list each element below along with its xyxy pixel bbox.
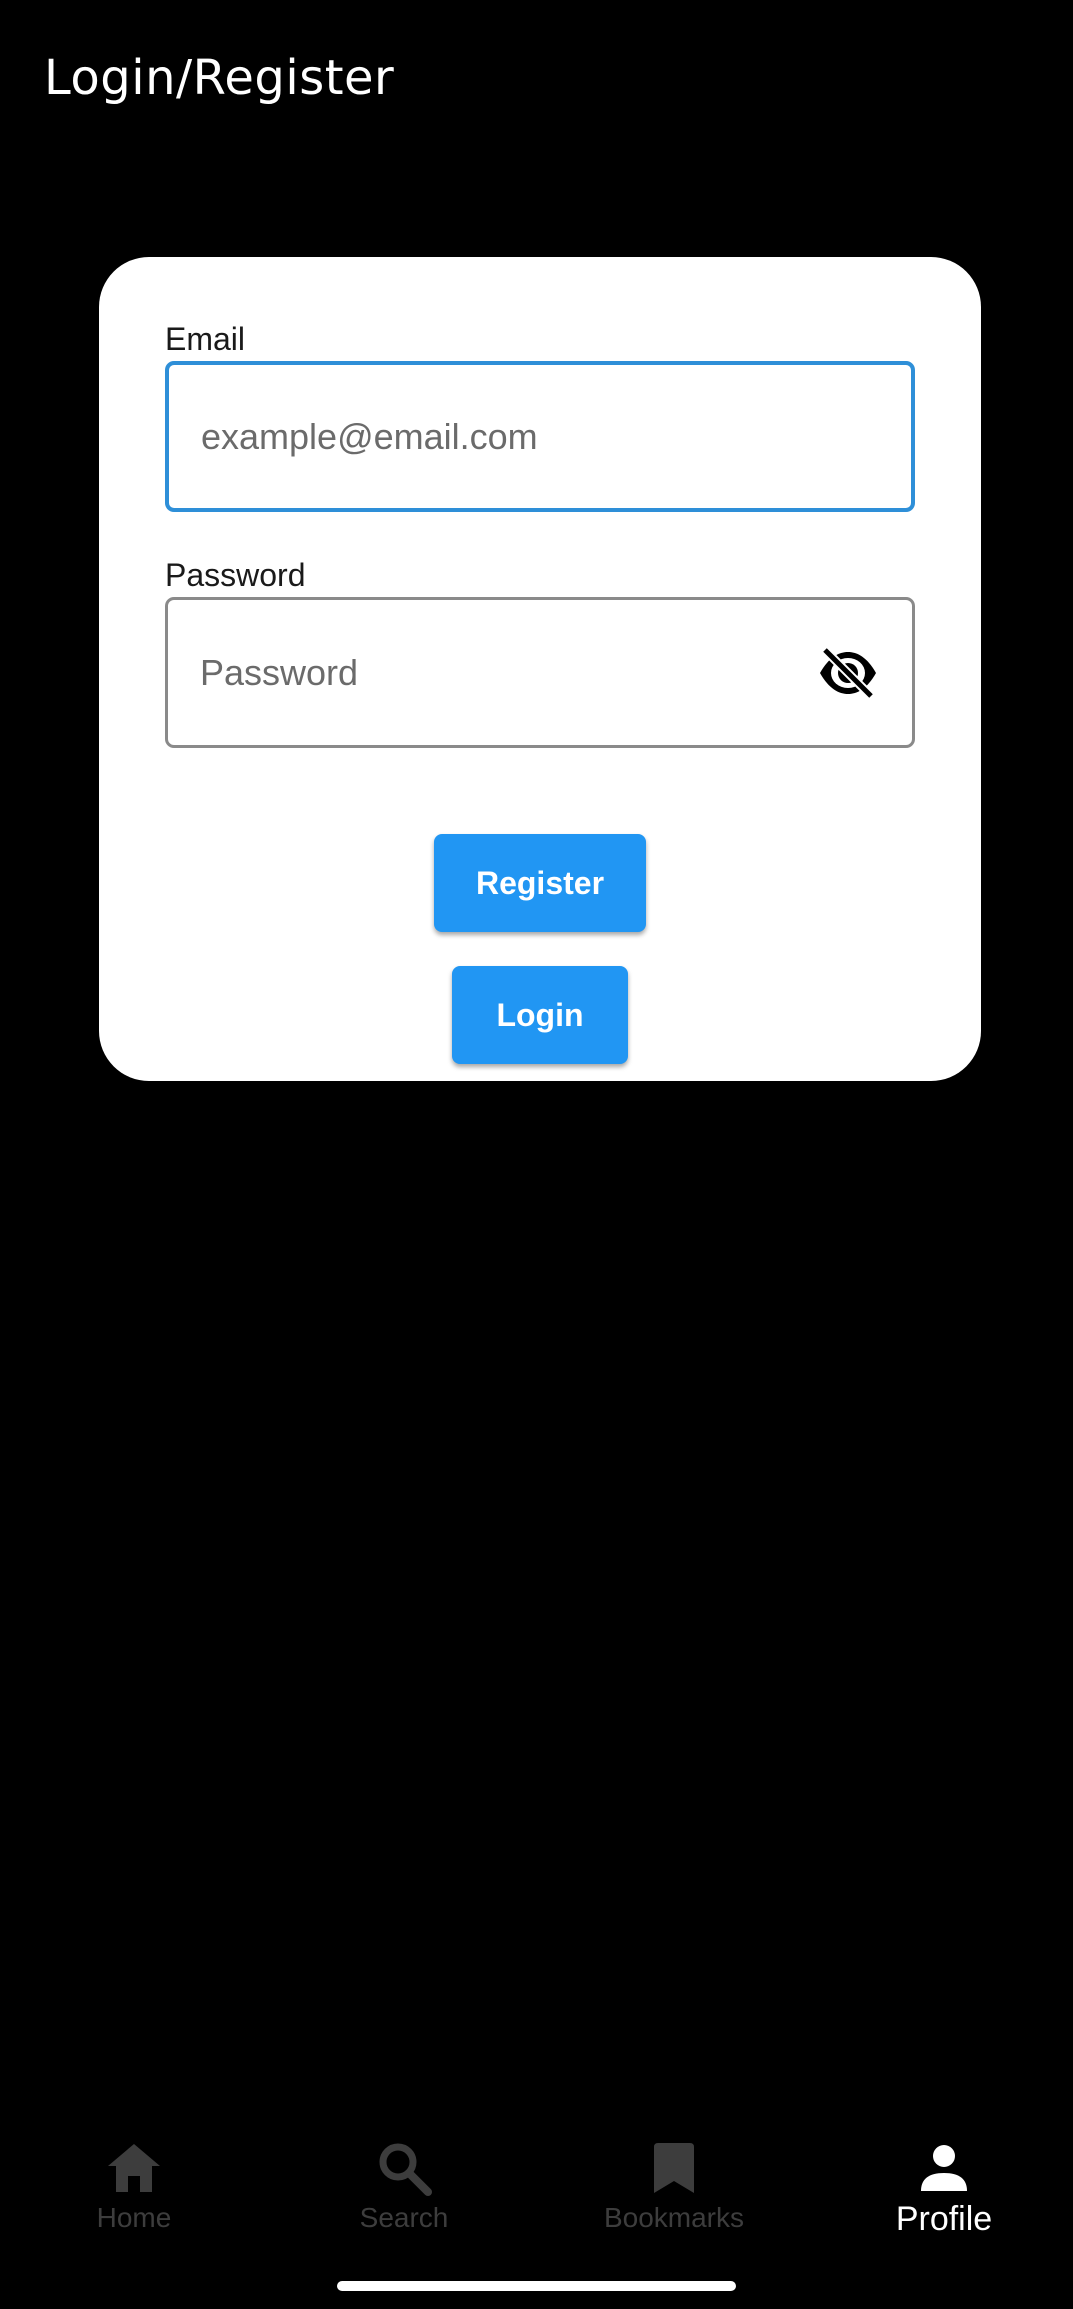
eye-off-icon[interactable] (816, 645, 880, 701)
nav-item-search[interactable]: Search (294, 2140, 514, 2260)
nav-item-bookmarks[interactable]: Bookmarks (564, 2140, 784, 2260)
email-label: Email (165, 321, 246, 357)
password-input[interactable] (200, 600, 800, 745)
login-card: Email Password Register Login (99, 257, 981, 1081)
email-input[interactable] (201, 365, 801, 508)
nav-label-home: Home (96, 2202, 172, 2233)
login-button[interactable]: Login (452, 966, 628, 1064)
nav-label-bookmarks: Bookmarks (603, 2202, 745, 2233)
home-icon (106, 2140, 162, 2196)
bookmark-icon (646, 2140, 702, 2196)
home-indicator[interactable] (337, 2281, 736, 2291)
bottom-navigation: Home Search Bookmarks Profile (0, 2120, 1073, 2270)
register-button[interactable]: Register (434, 834, 646, 932)
person-icon (916, 2140, 972, 2196)
nav-label-profile: Profile (895, 2200, 993, 2238)
search-icon (376, 2140, 432, 2196)
email-field[interactable] (165, 361, 915, 512)
page-title: Login/Register (44, 50, 395, 106)
nav-item-profile[interactable]: Profile (834, 2140, 1054, 2260)
password-field[interactable] (165, 597, 915, 748)
password-label: Password (165, 557, 306, 593)
nav-label-search: Search (359, 2202, 449, 2233)
login-register-screen: Login/Register Email Password Register L… (0, 0, 1073, 2309)
nav-item-home[interactable]: Home (24, 2140, 244, 2260)
